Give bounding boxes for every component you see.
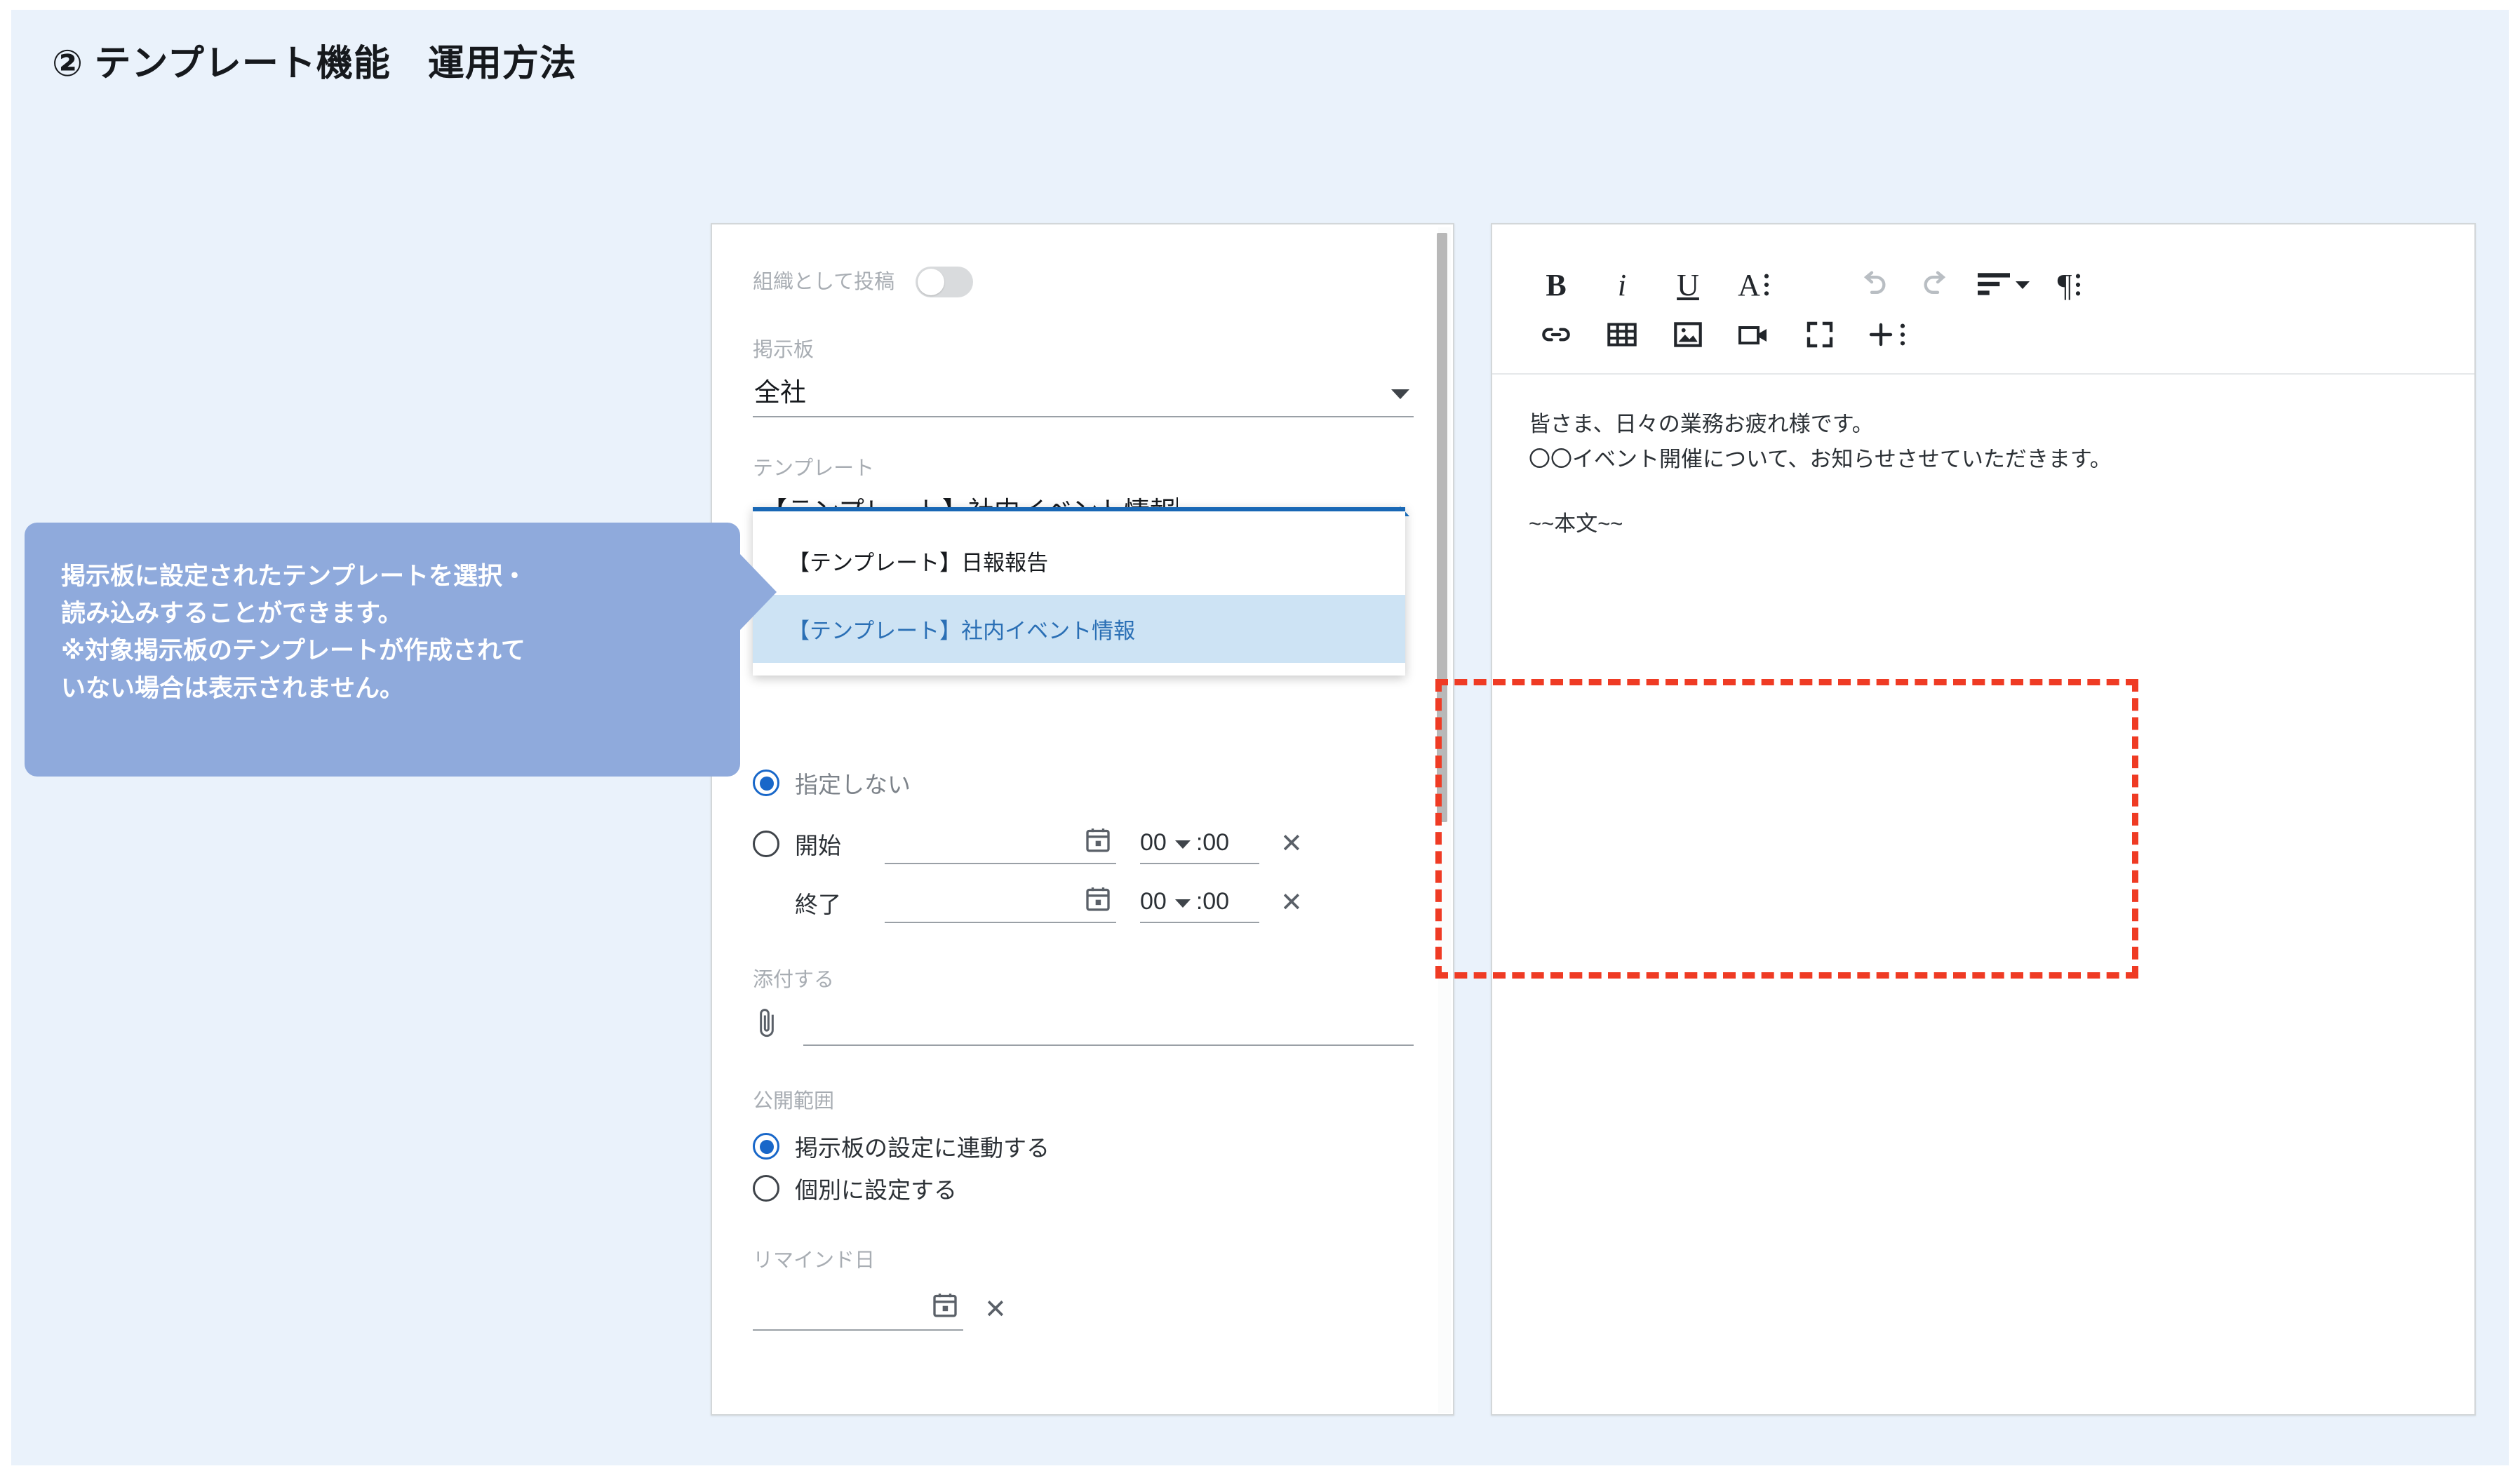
attachment-input[interactable] — [803, 1015, 1414, 1047]
chevron-down-icon[interactable] — [1174, 840, 1191, 849]
radio-no-specify[interactable] — [753, 769, 779, 796]
redo-icon[interactable] — [1905, 259, 1971, 311]
align-left-icon[interactable] — [1971, 259, 2037, 311]
start-hour: 00 — [1140, 829, 1167, 856]
post-as-org-row[interactable]: 組織として投稿 — [753, 267, 1414, 297]
page-edge-right — [2509, 0, 2520, 1478]
paperclip-icon[interactable] — [753, 1006, 781, 1046]
board-select[interactable]: 全社 — [753, 367, 1414, 417]
editor-toolbar: B i U A ¶ — [1492, 224, 2474, 375]
callout-text: 掲示板に設定されたテンプレートを選択・ 読み込みすることができます。 ※対象掲示… — [61, 563, 527, 702]
toggle-knob — [918, 269, 945, 295]
editor-body-spacer — [1529, 477, 2438, 506]
editor-toolbar-row-1: B i U A ¶ — [1492, 255, 2474, 314]
remind-date-input[interactable] — [753, 1289, 963, 1331]
template-dropdown[interactable]: 【テンプレート】日報報告 【テンプレート】社内イベント情報 — [753, 506, 1405, 676]
video-icon[interactable] — [1721, 309, 1787, 361]
close-icon[interactable]: ✕ — [1280, 889, 1303, 916]
chevron-down-icon[interactable] — [1174, 899, 1191, 908]
scope-option-1[interactable]: 個別に設定する — [753, 1171, 1414, 1205]
editor-body-line-2: 〇〇イベント開催について、お知らせさせていただきます。 — [1529, 447, 2112, 472]
radio-scope-linked[interactable] — [753, 1133, 779, 1160]
close-icon[interactable]: ✕ — [1280, 831, 1303, 857]
editor-content-area[interactable]: 皆さま、日々の業務お疲れ様です。 〇〇イベント開催について、お知らせさせていただ… — [1492, 375, 2474, 575]
table-icon[interactable] — [1589, 309, 1655, 361]
calendar-icon[interactable] — [931, 1290, 959, 1323]
template-option-0[interactable]: 【テンプレート】日報報告 — [753, 527, 1405, 595]
callout-arrow — [740, 554, 777, 630]
font-style-icon[interactable]: A — [1721, 259, 1787, 311]
radio-scope-individual[interactable] — [753, 1175, 779, 1202]
post-form-panel: 組織として投稿 掲示板 全社 テンプレート 【テンプレート】日報報告 【テンプレ… — [711, 223, 1454, 1416]
schedule-no-specify-row[interactable]: 指定しない — [753, 766, 1414, 800]
editor-body-line-1: 皆さま、日々の業務お疲れ様です。 — [1529, 412, 1874, 436]
board-field: 掲示板 全社 — [753, 338, 1414, 417]
scope-field: 公開範囲 掲示板の設定に連動する 個別に設定する — [753, 1089, 1414, 1205]
template-option-1[interactable]: 【テンプレート】社内イベント情報 — [753, 594, 1405, 663]
undo-icon[interactable] — [1839, 259, 1905, 311]
end-hour: 00 — [1140, 888, 1167, 915]
page-edge-left — [0, 0, 11, 1478]
schedule-end-label: 終了 — [795, 891, 841, 918]
page-edge-top — [0, 0, 2520, 10]
link-icon[interactable] — [1523, 309, 1589, 361]
attachment-field: 添付する — [753, 968, 1414, 1047]
schedule-section: 指定しない 開始 00:00 ✕ 終了 00:00 ✕ — [753, 766, 1414, 923]
end-time-input[interactable]: 00 :00 — [1140, 882, 1259, 923]
page-edge-bottom — [0, 1465, 2520, 1478]
chevron-down-icon — [1391, 389, 1409, 399]
italic-icon[interactable]: i — [1589, 259, 1655, 311]
app-mock: 組織として投稿 掲示板 全社 テンプレート 【テンプレート】日報報告 【テンプレ… — [711, 223, 2476, 1416]
post-form-content: 組織として投稿 掲示板 全社 テンプレート 【テンプレート】日報報告 【テンプレ… — [712, 224, 1453, 1414]
board-label: 掲示板 — [753, 339, 815, 361]
post-as-org-toggle[interactable] — [916, 267, 974, 297]
calendar-icon[interactable] — [1084, 884, 1112, 917]
start-date-input[interactable] — [885, 824, 1116, 864]
editor-body-line-3: ~~本文~~ — [1529, 511, 1623, 537]
scope-label: 公開範囲 — [753, 1090, 835, 1113]
schedule-start-row: 開始 00:00 ✕ — [753, 824, 1414, 864]
remind-row: ✕ — [753, 1289, 1414, 1331]
page-title: ② テンプレート機能 運用方法 — [52, 43, 577, 84]
scope-option-0[interactable]: 掲示板の設定に連動する — [753, 1129, 1414, 1163]
start-time-input[interactable]: 00 :00 — [1140, 824, 1259, 864]
paragraph-icon[interactable]: ¶ — [2037, 259, 2103, 311]
form-scrollbar-track[interactable] — [1437, 227, 1451, 1413]
end-date-input[interactable] — [885, 882, 1116, 923]
image-icon[interactable] — [1655, 309, 1721, 361]
underline-icon[interactable]: U — [1655, 259, 1721, 311]
rich-text-editor-panel: B i U A ¶ 皆さま、日々の業務お疲れ様です。 〇〇イベント開催について、… — [1491, 223, 2476, 1416]
form-scrollbar-thumb[interactable] — [1437, 233, 1447, 822]
bold-icon[interactable]: B — [1523, 259, 1589, 311]
attachment-label: 添付する — [753, 968, 835, 991]
template-field: テンプレート 【テンプレート】社内イベント情報 【テンプレート】日報報告 【テン… — [753, 457, 1414, 676]
remind-label: リマインド日 — [753, 1249, 876, 1272]
editor-toolbar-row-2 — [1492, 314, 2474, 373]
close-icon[interactable]: ✕ — [984, 1296, 1007, 1323]
post-as-org-label: 組織として投稿 — [753, 270, 895, 293]
add-icon[interactable] — [1853, 309, 1919, 361]
schedule-end-row: 終了 00:00 ✕ — [753, 882, 1414, 923]
attachment-row[interactable] — [753, 1006, 1414, 1047]
schedule-start-label: 開始 — [795, 832, 841, 859]
schedule-no-specify-label: 指定しない — [795, 771, 911, 798]
end-minute: :00 — [1195, 888, 1230, 915]
scope-option-0-label: 掲示板の設定に連動する — [795, 1135, 1050, 1162]
radio-specify-period[interactable] — [753, 830, 779, 857]
scope-option-1-label: 個別に設定する — [795, 1177, 957, 1204]
callout-box: 掲示板に設定されたテンプレートを選択・ 読み込みすることができます。 ※対象掲示… — [25, 523, 740, 777]
board-value: 全社 — [754, 377, 806, 407]
start-minute: :00 — [1195, 829, 1230, 856]
calendar-icon[interactable] — [1084, 825, 1112, 858]
page-root: ② テンプレート機能 運用方法 組織として投稿 掲示板 全社 テンプレート 【テ… — [0, 0, 2520, 1478]
fullscreen-icon[interactable] — [1787, 309, 1853, 361]
remind-field: リマインド日 ✕ — [753, 1249, 1414, 1331]
template-label: テンプレート — [753, 457, 875, 480]
